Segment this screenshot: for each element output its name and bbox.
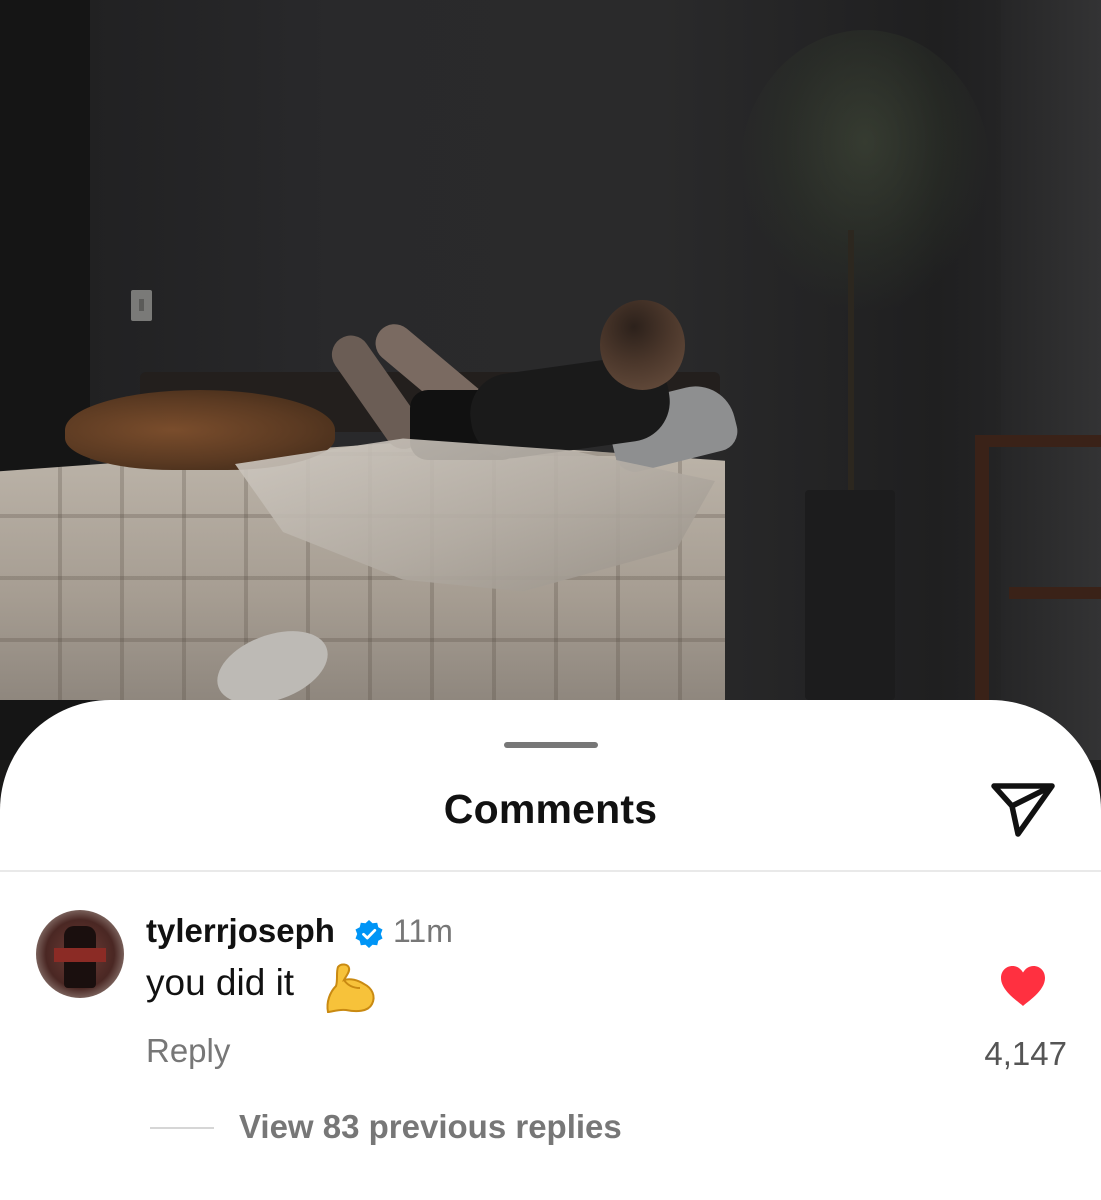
photo-light-switch	[131, 290, 152, 321]
like-count: 4,147	[984, 1035, 1067, 1072]
photo-plant-trunk	[848, 230, 854, 510]
flexed-biceps-icon	[326, 963, 375, 1014]
sheet-grabber-handle[interactable]	[504, 742, 598, 748]
comment-username[interactable]: tylerrjoseph	[146, 912, 335, 950]
comment-text: you did it	[146, 962, 295, 1003]
view-replies-button[interactable]: View 83 previous replies	[239, 1108, 622, 1146]
photo-chair	[975, 435, 1101, 717]
avatar-figure	[54, 926, 106, 988]
comment-timestamp: 11m	[393, 913, 453, 949]
sheet-title: Comments	[443, 786, 658, 832]
post-photo	[0, 0, 1101, 760]
send-icon[interactable]	[988, 778, 1058, 840]
verified-badge-icon	[355, 920, 383, 948]
photo-plant	[740, 30, 990, 310]
heart-icon[interactable]	[999, 965, 1047, 1007]
replies-divider-line	[150, 1127, 214, 1129]
header-divider	[0, 870, 1101, 872]
photo-planter	[805, 490, 895, 700]
photo-person-head	[600, 300, 685, 390]
avatar[interactable]	[36, 910, 124, 998]
reply-button[interactable]: Reply	[146, 1032, 230, 1070]
